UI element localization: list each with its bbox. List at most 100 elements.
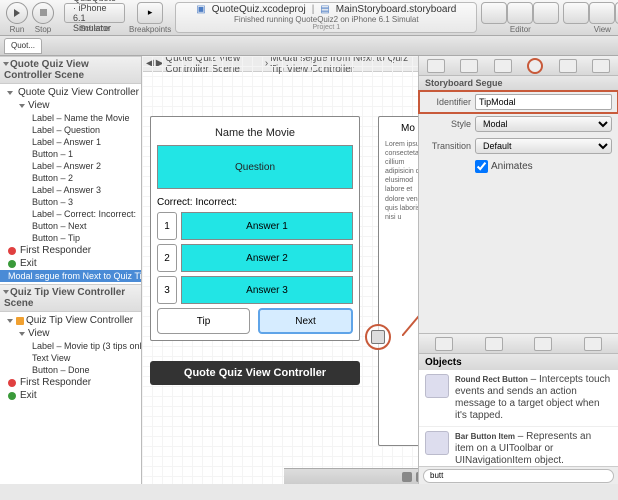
answer-1-num[interactable]: 1 <box>157 212 177 240</box>
phone-scene-2[interactable]: Mo Lorem ipsum consectetaur cillium adip… <box>378 116 418 446</box>
answer-2-button[interactable]: Answer 2 <box>181 244 353 272</box>
outline-item[interactable]: Button – Next <box>0 220 141 232</box>
outline-exit[interactable]: Exit <box>0 257 141 270</box>
connections-inspector-icon[interactable] <box>592 59 610 73</box>
question-label: Question <box>157 145 353 189</box>
main-toolbar: Run Stop QuizQuote · iPhone 6.1 Simulato… <box>0 0 618 36</box>
object-item[interactable]: Bar Button Item – Represents an item on … <box>419 427 618 466</box>
run-button[interactable] <box>6 2 28 24</box>
library-selector <box>419 334 618 354</box>
outline-exit-2[interactable]: Exit <box>0 389 141 402</box>
outline-view1[interactable]: View <box>0 99 141 112</box>
run-label: Run <box>10 25 25 34</box>
outline-vc1[interactable]: Quote Quiz View Controller <box>0 86 141 99</box>
scheme-selector[interactable]: QuizQuote · iPhone 6.1 Simulator <box>64 3 125 23</box>
tip-button[interactable]: Tip <box>157 308 250 334</box>
object-item[interactable]: Round Rect Button – Intercepts touch eve… <box>419 370 618 427</box>
outline-item[interactable]: Label – Name the Movie <box>0 112 141 124</box>
media-library-icon[interactable] <box>584 337 602 351</box>
vc-title-bar[interactable]: Quote Quiz View Controller <box>150 361 360 385</box>
library-filter[interactable] <box>423 469 614 483</box>
status-file: MainStoryboard.storyboard <box>336 4 457 15</box>
answer-1-button[interactable]: Answer 1 <box>181 212 353 240</box>
outline-view2[interactable]: View <box>0 327 141 340</box>
editor-assistant-button[interactable] <box>507 2 533 24</box>
outline-item[interactable]: Label – Question <box>0 124 141 136</box>
outline-item[interactable]: Button – Done <box>0 364 141 376</box>
utilities-panel: Storyboard Segue Identifier Style Modal … <box>418 56 618 484</box>
score-label: Correct: Incorrect: <box>157 195 353 212</box>
stop-icon <box>40 9 47 16</box>
outline-first-responder-2[interactable]: First Responder <box>0 376 141 389</box>
answer-2-num[interactable]: 2 <box>157 244 177 272</box>
style-select[interactable]: Modal <box>475 116 612 132</box>
tab-bar: Quot... <box>0 36 618 56</box>
view-nav-button[interactable] <box>563 2 589 24</box>
transition-select[interactable]: Default <box>475 138 612 154</box>
transition-row: Transition Default <box>419 135 618 157</box>
transition-label: Transition <box>425 141 471 151</box>
help-inspector-icon[interactable] <box>460 59 478 73</box>
attributes-inspector-icon[interactable] <box>527 58 543 74</box>
list-view-icon[interactable] <box>586 356 598 368</box>
editor-version-button[interactable] <box>533 2 559 24</box>
outline-item[interactable]: Label – Answer 1 <box>0 136 141 148</box>
modal-icon <box>371 330 385 344</box>
animates-checkbox[interactable] <box>475 160 488 173</box>
answer-3-num[interactable]: 3 <box>157 276 177 304</box>
outline-first-responder[interactable]: First Responder <box>0 244 141 257</box>
view-label: View <box>594 25 611 34</box>
status-project: Project 1 <box>196 24 456 31</box>
dock-vc-icon[interactable] <box>402 472 412 482</box>
ib-canvas[interactable]: ◀ ▶ Quote Quiz View Controller Scene › M… <box>142 56 418 484</box>
scheme-label: Scheme <box>80 24 109 33</box>
code-snippet-icon[interactable] <box>485 337 503 351</box>
round-rect-button-icon <box>425 374 449 398</box>
segue-section-header: Storyboard Segue <box>419 76 618 91</box>
phone-scene-1[interactable]: Name the Movie Question Correct: Incorre… <box>150 116 360 385</box>
tip-title: Mo <box>385 123 418 134</box>
stop-button[interactable] <box>32 2 54 24</box>
status-sub: Finished running QuoteQuiz2 on iPhone 6.… <box>196 15 456 24</box>
storyboard-icon: ▤ <box>320 4 329 15</box>
style-row: Style Modal <box>419 113 618 135</box>
outline-item[interactable]: Label – Correct: Incorrect: <box>0 208 141 220</box>
outline-vc2[interactable]: Quiz Tip View Controller <box>0 314 141 327</box>
segue-icon[interactable] <box>365 324 391 350</box>
outline-item[interactable]: Button – 1 <box>0 148 141 160</box>
objects-header: Objects <box>419 354 618 370</box>
quiz-title: Name the Movie <box>157 123 353 145</box>
animates-label: Animates <box>491 161 533 172</box>
view-debug-button[interactable] <box>589 2 615 24</box>
editor-standard-button[interactable] <box>481 2 507 24</box>
next-button[interactable]: Next <box>258 308 353 334</box>
tab-project[interactable]: Quot... <box>4 38 42 54</box>
identity-inspector-icon[interactable] <box>494 59 512 73</box>
animates-row: Animates <box>419 157 618 176</box>
outline-item[interactable]: Button – 2 <box>0 172 141 184</box>
outline-item[interactable]: Button – 3 <box>0 196 141 208</box>
answer-3-button[interactable]: Answer 3 <box>181 276 353 304</box>
breakpoints-button[interactable]: ▸ <box>137 2 163 24</box>
identifier-label: Identifier <box>425 97 471 107</box>
dock-responder-icon[interactable] <box>416 472 418 482</box>
outline-item[interactable]: Text View <box>0 352 141 364</box>
outline-item[interactable]: Label – Answer 3 <box>0 184 141 196</box>
outline-item[interactable]: Label – Answer 2 <box>0 160 141 172</box>
identifier-row: Identifier <box>419 91 618 113</box>
editor-label: Editor <box>510 25 531 34</box>
project-icon: ▣ <box>196 4 205 15</box>
scene-header-1[interactable]: Quote Quiz View Controller Scene <box>0 56 141 84</box>
file-inspector-icon[interactable] <box>427 59 445 73</box>
outline-item[interactable]: Button – Tip <box>0 232 141 244</box>
outline-item[interactable]: Label – Movie tip (3 tips only) <box>0 340 141 352</box>
file-template-icon[interactable] <box>435 337 453 351</box>
object-library-icon[interactable] <box>534 337 552 351</box>
scene-header-2[interactable]: Quiz Tip View Controller Scene <box>0 284 141 312</box>
size-inspector-icon[interactable] <box>559 59 577 73</box>
inspector-selector <box>419 56 618 76</box>
identifier-field[interactable] <box>475 94 612 110</box>
breakpoints-label: Breakpoints <box>129 25 171 34</box>
grid-view-icon[interactable] <box>600 356 612 368</box>
outline-segue-selected[interactable]: Modal segue from Next to Quiz Tip V... <box>0 270 141 282</box>
